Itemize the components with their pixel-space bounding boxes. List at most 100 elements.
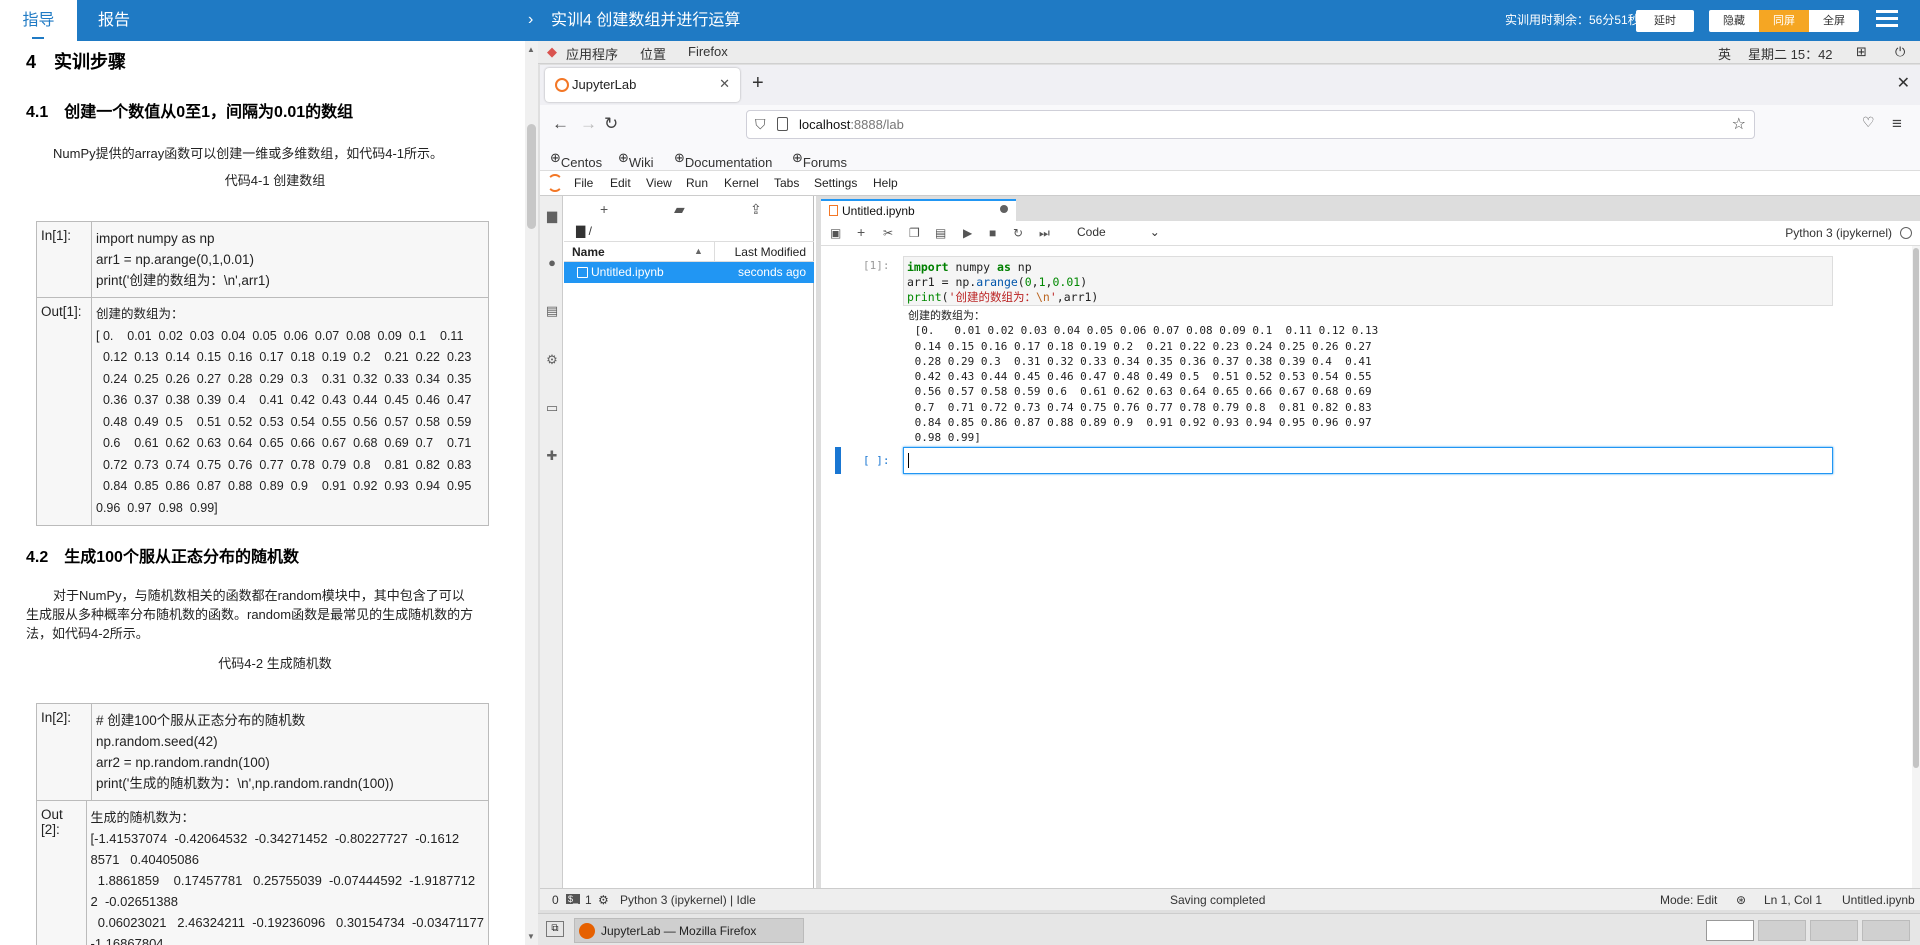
cell2-editor[interactable] xyxy=(903,447,1833,474)
restart-icon[interactable]: ↻ xyxy=(1013,226,1023,240)
delay-button[interactable]: 延时 xyxy=(1636,10,1694,32)
property-inspector-icon[interactable]: ⚙ xyxy=(545,353,559,367)
save-icon[interactable]: ▣ xyxy=(830,226,841,240)
sort-up-icon[interactable]: ▲ xyxy=(694,246,703,256)
scroll-down-icon[interactable]: ▼ xyxy=(527,932,535,941)
menu-tabs[interactable]: Tabs xyxy=(774,176,799,190)
output-line: 0.48 0.49 0.5 0.51 0.52 0.53 0.54 0.55 0… xyxy=(96,414,472,429)
paragraph-4-1: NumPy提供的array函数可以创建一维或多维数组，如代码4-1所示。 xyxy=(53,146,444,161)
run-icon[interactable]: ▶ xyxy=(963,226,972,240)
upload-icon[interactable]: ⇪ xyxy=(750,201,762,218)
column-name[interactable]: Name xyxy=(572,245,605,259)
new-launcher-icon[interactable]: + xyxy=(600,201,608,217)
unsaved-dot-icon[interactable] xyxy=(1000,205,1008,213)
insert-cell-icon[interactable]: + xyxy=(857,224,865,240)
menu-view[interactable]: View xyxy=(646,176,672,190)
output-text: 创建的数组为： [ 0. 0.01 0.02 0.03 0.04 0.05 0.0… xyxy=(92,298,488,525)
commands-icon[interactable]: ▤ xyxy=(545,304,559,318)
running-icon[interactable]: ● xyxy=(545,256,559,270)
bookmark-wiki[interactable]: ⊕ Wiki xyxy=(618,150,653,170)
clock[interactable]: 星期二 15：42 xyxy=(1748,44,1833,63)
tabs-icon[interactable]: ▭ xyxy=(545,401,559,415)
same-screen-button[interactable]: 同屏 xyxy=(1759,10,1809,32)
file-modified: seconds ago xyxy=(737,265,806,279)
paste-icon[interactable]: ▤ xyxy=(935,226,946,240)
firefox-menu[interactable]: Firefox xyxy=(688,44,728,59)
reload-icon[interactable]: ↻ xyxy=(604,114,618,134)
remote-desktop: ◆ 应用程序 位置 Firefox 英 星期二 15：42 ⊞ ⏻ Jupyte… xyxy=(538,41,1920,945)
status-position[interactable]: Ln 1, Col 1 xyxy=(1764,893,1822,907)
menu-settings[interactable]: Settings xyxy=(814,176,857,190)
column-divider[interactable] xyxy=(714,242,715,263)
menu-file[interactable]: File xyxy=(574,176,593,190)
cell2-prompt: [ ]: xyxy=(863,454,890,467)
workspace-2[interactable] xyxy=(1758,920,1806,941)
guide-scrollbar[interactable]: ▲ ▼ xyxy=(525,41,538,945)
places-menu[interactable]: 位置 xyxy=(640,44,666,63)
back-icon[interactable]: ← xyxy=(552,114,569,134)
scroll-thumb[interactable] xyxy=(527,124,536,229)
power-icon[interactable]: ⏻ xyxy=(1895,44,1905,60)
fullscreen-button[interactable]: 全屏 xyxy=(1809,10,1859,32)
tab-guide[interactable]: 指导书 xyxy=(0,0,77,70)
folder-icon[interactable]: ▆ xyxy=(545,209,559,223)
column-last-modified[interactable]: Last Modified xyxy=(735,245,806,259)
output-label: Out[1]: xyxy=(37,298,92,525)
extension-icon[interactable]: ✚ xyxy=(545,449,559,463)
status-kernel[interactable]: Python 3 (ipykernel) | Idle xyxy=(620,893,756,907)
network-icon[interactable]: ⊞ xyxy=(1856,44,1867,60)
taskbar-firefox-window[interactable]: JupyterLab — Mozilla Firefox xyxy=(574,918,804,943)
workspace-4[interactable] xyxy=(1862,920,1910,941)
code-line: # 创建100个服从正态分布的随机数 xyxy=(96,713,306,728)
new-folder-icon[interactable]: ▰ xyxy=(674,201,685,218)
tab-report[interactable]: 报告 xyxy=(82,0,146,41)
hide-button[interactable]: 隐藏 xyxy=(1709,10,1759,32)
url-bar[interactable]: ⛉ localhost:8888/lab ☆ xyxy=(746,110,1755,139)
menu-icon[interactable] xyxy=(1876,10,1898,30)
menu-help[interactable]: Help xyxy=(873,176,898,190)
scroll-up-icon[interactable]: ▲ xyxy=(527,45,535,54)
pocket-icon[interactable]: ♡ xyxy=(1862,114,1875,131)
output-line: 0.36 0.37 0.38 0.39 0.4 0.41 0.42 0.43 0… xyxy=(96,393,472,407)
close-window-icon[interactable]: ✕ xyxy=(1897,73,1910,93)
menu-edit[interactable]: Edit xyxy=(610,176,631,190)
url-text[interactable]: localhost:8888/lab xyxy=(799,117,904,132)
input-method[interactable]: 英 xyxy=(1718,44,1731,63)
notebook-scroll-thumb[interactable] xyxy=(1913,248,1919,768)
bookmark-star-icon[interactable]: ☆ xyxy=(1732,114,1746,134)
cell1-editor[interactable]: import numpy as np arr1 = np.arange(0,1,… xyxy=(903,256,1833,306)
file-row-untitled[interactable]: Untitled.ipynb seconds ago xyxy=(564,262,814,283)
bookmark-forums[interactable]: ⊕ Forums xyxy=(792,150,847,170)
shield-icon[interactable]: ⛉ xyxy=(755,116,766,133)
copy-icon[interactable]: ❐ xyxy=(909,226,920,240)
kernel-gear-icon[interactable]: ⚙ xyxy=(598,893,609,907)
workspace-3[interactable] xyxy=(1810,920,1858,941)
bookmark-centos[interactable]: ⊕ Centos xyxy=(550,150,602,170)
status-kernels-count[interactable]: 1 xyxy=(585,893,592,907)
breadcrumb[interactable]: ▇ / xyxy=(576,224,592,238)
status-terminals-count[interactable]: 0 xyxy=(552,893,559,907)
chevron-right-icon[interactable]: › xyxy=(528,11,533,29)
workspace-1[interactable] xyxy=(1706,920,1754,941)
firefox-tab-jupyterlab[interactable]: JupyterLab ✕ xyxy=(545,68,740,102)
status-mode[interactable]: Mode: Edit xyxy=(1660,893,1717,907)
kernel-name[interactable]: Python 3 (ipykernel) xyxy=(1785,226,1892,240)
terminal-icon[interactable]: $_ xyxy=(566,894,581,904)
new-tab-icon[interactable]: + xyxy=(752,72,764,95)
stop-icon[interactable]: ■ xyxy=(989,226,996,240)
notebook-tab[interactable]: Untitled.ipynb xyxy=(821,199,1016,221)
apps-menu[interactable]: 应用程序 xyxy=(566,44,618,63)
run-all-icon[interactable]: ⏭ xyxy=(1039,226,1050,241)
close-tab-icon[interactable]: ✕ xyxy=(719,76,730,92)
show-desktop-icon[interactable]: ⧉ xyxy=(546,921,564,937)
menu-kernel[interactable]: Kernel xyxy=(724,176,759,190)
forward-icon[interactable]: → xyxy=(580,114,597,134)
cell-type-select[interactable]: Code ⌄ xyxy=(1077,225,1160,239)
menu-run[interactable]: Run xyxy=(686,176,708,190)
firefox-menu-icon[interactable]: ≡ xyxy=(1892,114,1902,134)
bug-icon[interactable]: ⊛ xyxy=(1736,893,1746,907)
output-line: 0.72 0.73 0.74 0.75 0.76 0.77 0.78 0.79 … xyxy=(96,457,472,472)
bookmark-documentation[interactable]: ⊕ Documentation xyxy=(674,150,772,170)
cut-icon[interactable]: ✂ xyxy=(883,226,893,240)
notebook-scrollbar[interactable] xyxy=(1912,246,1920,888)
